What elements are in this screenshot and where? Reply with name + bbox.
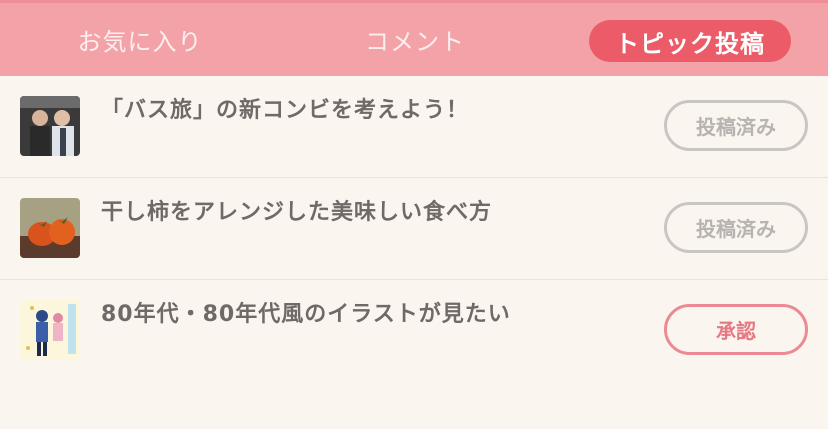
topic-thumbnail: [20, 96, 80, 156]
list-item[interactable]: 干し柿をアレンジした美味しい食べ方 投稿済み: [0, 178, 828, 280]
topic-title[interactable]: 干し柿をアレンジした美味しい食べ方: [101, 194, 492, 226]
topic-title[interactable]: 「バス旅」の新コンビを考えよう！: [101, 92, 469, 124]
tab-favorites[interactable]: お気に入り: [40, 3, 240, 76]
tab-comments[interactable]: コメント: [315, 3, 515, 76]
tab-topic-post[interactable]: トピック投稿: [589, 20, 791, 62]
topic-thumbnail: [20, 198, 80, 258]
people-photo-icon: [20, 96, 80, 156]
list-item[interactable]: 「バス旅」の新コンビを考えよう！ 投稿済み: [0, 76, 828, 178]
topic-thumbnail: [20, 300, 80, 360]
posted-status-button[interactable]: 投稿済み: [664, 202, 808, 253]
posted-status-button[interactable]: 投稿済み: [664, 100, 808, 151]
persimmon-photo-icon: [20, 198, 80, 258]
tab-bar: お気に入り コメント トピック投稿: [0, 0, 828, 76]
list-item[interactable]: 80年代・80年代風のイラストが見たい 承認: [0, 280, 828, 382]
topic-title[interactable]: 80年代・80年代風のイラストが見たい: [101, 296, 511, 328]
illustration-icon: [20, 300, 80, 360]
approve-button[interactable]: 承認: [664, 304, 808, 355]
